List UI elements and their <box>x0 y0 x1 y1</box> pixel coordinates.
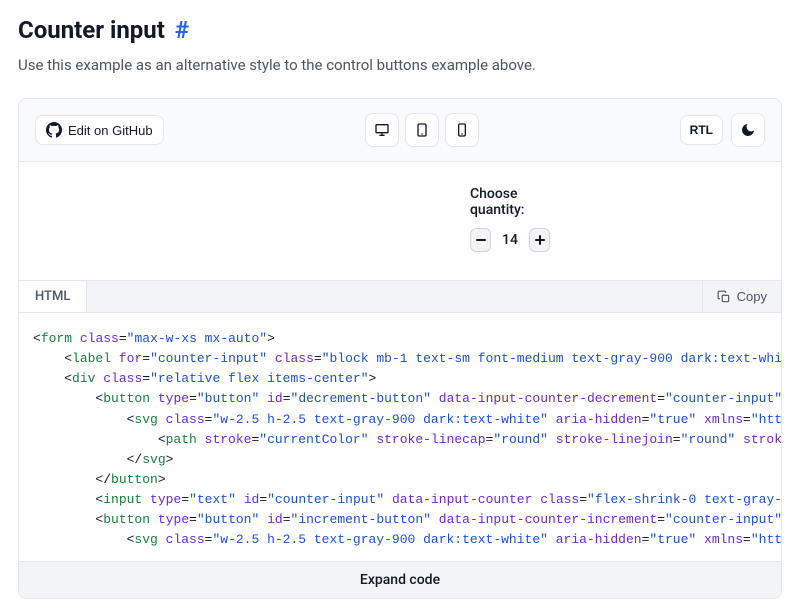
mobile-icon <box>454 122 470 138</box>
page-title: Counter input <box>18 16 165 44</box>
copy-icon <box>717 290 731 304</box>
tablet-view-button[interactable] <box>405 113 439 147</box>
counter-control: 14 <box>470 228 550 252</box>
quantity-label: Choose quantity: <box>470 186 550 218</box>
copy-label: Copy <box>737 289 767 304</box>
dark-mode-toggle-button[interactable] <box>731 113 765 147</box>
example-preview: Choose quantity: 14 <box>19 162 781 280</box>
code-header: HTML Copy <box>19 280 781 313</box>
desktop-icon <box>374 122 390 138</box>
github-icon <box>46 122 62 138</box>
increment-button[interactable] <box>529 228 550 252</box>
copy-code-button[interactable]: Copy <box>702 281 781 312</box>
example-toolbar: Edit on GitHub RTL <box>19 99 781 162</box>
code-block: <form class="max-w-xs mx-auto"> <label f… <box>19 313 781 561</box>
section-subtitle: Use this example as an alternative style… <box>18 56 782 74</box>
plus-icon <box>535 235 545 245</box>
desktop-view-button[interactable] <box>365 113 399 147</box>
rtl-toggle-button[interactable]: RTL <box>680 115 723 145</box>
example-card: Edit on GitHub RTL <box>18 98 782 599</box>
expand-code-button[interactable]: Expand code <box>19 561 781 598</box>
code-tab-html[interactable]: HTML <box>19 281 87 312</box>
tablet-icon <box>414 122 430 138</box>
minus-icon <box>476 235 486 245</box>
edit-on-github-label: Edit on GitHub <box>68 123 153 138</box>
moon-icon <box>740 122 756 138</box>
mobile-view-button[interactable] <box>445 113 479 147</box>
edit-on-github-button[interactable]: Edit on GitHub <box>35 115 164 145</box>
section-heading: Counter input # <box>18 16 782 44</box>
decrement-button[interactable] <box>470 228 491 252</box>
counter-value: 14 <box>501 232 519 248</box>
anchor-link[interactable]: # <box>175 16 189 44</box>
